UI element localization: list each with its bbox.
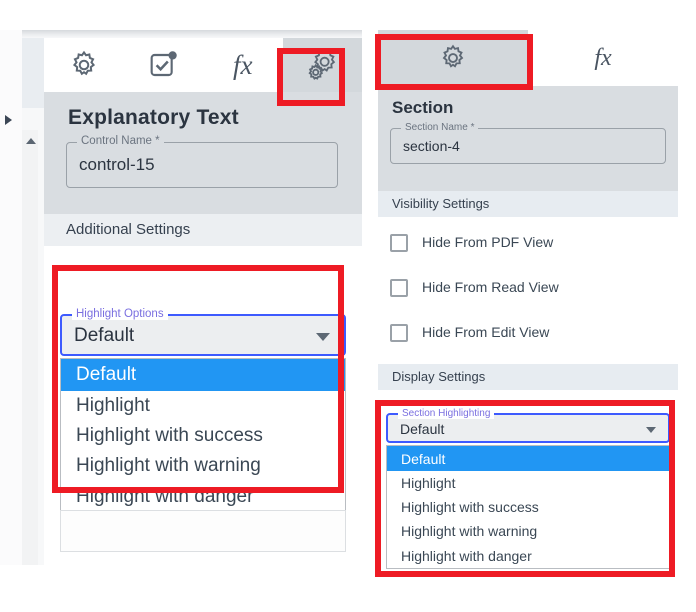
- left-panel-header-block: Explanatory Text Control Name * control-…: [44, 92, 362, 214]
- section-name-legend: Section Name *: [401, 122, 479, 133]
- control-name-field[interactable]: Control Name * control-15: [66, 135, 338, 188]
- visibility-settings-header: Visibility Settings: [378, 191, 678, 217]
- fx-icon: fx: [233, 49, 253, 80]
- checkbox-hide-edit[interactable]: [390, 324, 408, 342]
- additional-settings-header: Additional Settings: [44, 214, 362, 246]
- tab-validation-settings[interactable]: [124, 38, 204, 92]
- scroll-up-arrow-icon[interactable]: [26, 138, 36, 144]
- control-name-value: control-15: [79, 155, 155, 174]
- section-name-field[interactable]: Section Name * section-4: [390, 122, 666, 164]
- control-name-legend: Control Name *: [77, 135, 164, 147]
- tab-formula-settings[interactable]: fx: [203, 38, 283, 92]
- checkbox-badge-icon: [147, 49, 179, 81]
- tab-formula-settings[interactable]: fx: [528, 30, 678, 86]
- display-settings-label: Display Settings: [392, 369, 486, 384]
- fx-icon: fx: [594, 44, 612, 71]
- checkbox-label: Hide From Edit View: [422, 324, 550, 340]
- screenshot-root: fx Explanatory Text Control Name * contr…: [0, 0, 696, 612]
- checkbox-label: Hide From Read View: [422, 279, 559, 295]
- checkbox-hide-pdf[interactable]: [390, 234, 408, 252]
- page-title: Explanatory Text: [68, 106, 239, 129]
- gear-icon: [68, 49, 100, 81]
- additional-settings-label: Additional Settings: [66, 221, 191, 238]
- visibility-settings-label: Visibility Settings: [392, 196, 490, 211]
- display-settings-header: Display Settings: [378, 364, 678, 390]
- section-title: Section: [392, 98, 454, 117]
- tab-general-settings[interactable]: [44, 38, 124, 92]
- annotation-box-advanced-tab: [277, 48, 345, 106]
- expand-arrow-icon[interactable]: [5, 115, 12, 125]
- right-panel-header-block: Section Section Name * section-4: [378, 86, 678, 191]
- annotation-box-highlight-options: [52, 265, 344, 493]
- panel-top-strip: [22, 30, 362, 38]
- checkbox-row-hide-pdf[interactable]: Hide From PDF View: [378, 230, 678, 260]
- checkbox-label: Hide From PDF View: [422, 234, 554, 250]
- checkbox-row-hide-edit[interactable]: Hide From Edit View: [378, 320, 678, 350]
- section-name-value: section-4: [403, 138, 460, 154]
- left-rail-handle[interactable]: [22, 38, 44, 108]
- left-scrollbar[interactable]: [22, 130, 38, 565]
- checkbox-row-hide-read[interactable]: Hide From Read View: [378, 275, 678, 305]
- checkbox-hide-read[interactable]: [390, 279, 408, 297]
- annotation-box-section-highlighting: [375, 400, 675, 577]
- annotation-box-section-tab: [375, 34, 533, 90]
- empty-field-placeholder[interactable]: [60, 510, 346, 552]
